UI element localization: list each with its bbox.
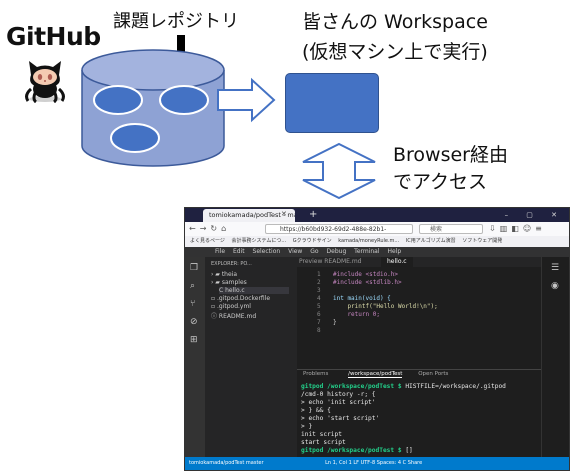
line-number: 7: [317, 319, 321, 326]
status-right[interactable]: Ln 1, Col 1 LF UTF-8 Spaces: 4 C Share: [325, 460, 422, 466]
line-number: 6: [317, 311, 321, 318]
github-logo-text: GitHub: [6, 22, 101, 51]
tab-problems[interactable]: Problems: [303, 371, 328, 377]
bookmark-item[interactable]: 会計事務システムにつ...: [232, 236, 287, 247]
line-number: 4: [317, 295, 321, 302]
files-icon[interactable]: ❐: [190, 263, 198, 273]
terminal-line: /cmd-0 history -r; {: [301, 391, 376, 398]
right-arrow-icon: [217, 77, 276, 123]
editor-tab-hello[interactable]: hello.c: [381, 257, 413, 267]
github-icon[interactable]: ◉: [551, 281, 559, 291]
menu-terminal[interactable]: Terminal: [354, 247, 379, 257]
tab-open-ports[interactable]: Open Ports: [418, 371, 448, 377]
source-control-icon[interactable]: ⑂: [190, 299, 195, 309]
debug-icon[interactable]: ⊘: [190, 317, 198, 327]
toolbar-icons[interactable]: ⇩▥◧☺≡: [489, 222, 546, 236]
line-number: 8: [317, 327, 321, 334]
workspace-box: [285, 73, 379, 133]
bookmark-item[interactable]: kamada/moneyRule.m...: [338, 236, 399, 247]
terminal-line: > }: [301, 423, 313, 430]
bookmark-item[interactable]: ソフトウェア開発: [462, 236, 502, 247]
menu-edit[interactable]: Edit: [233, 247, 245, 257]
status-bar: tomiokamada/podTest master Ln 1, Col 1 L…: [185, 457, 569, 470]
explorer-item[interactable]: › ▰ samples: [211, 279, 247, 286]
explorer-item-selected[interactable]: C hello.c: [219, 287, 289, 294]
ide-menubar: File Edit Selection View Go Debug Termin…: [185, 247, 569, 257]
workspace-label: 皆さんの Workspace (仮想マシン上で実行): [302, 7, 488, 67]
explorer-title: EXPLORER: PO...: [211, 261, 252, 267]
access-label-line1: Browser経由: [393, 144, 508, 166]
outline-icon[interactable]: ☰: [551, 263, 559, 273]
explorer-item[interactable]: › ▰ theia: [211, 271, 237, 278]
line-number: 2: [317, 279, 321, 286]
editor-tabs: Preview README.md hello.c: [297, 257, 541, 267]
repository-label: 課題レポジトリ: [113, 11, 239, 32]
bookmark-item[interactable]: IC用アルゴリズム演習: [406, 236, 456, 247]
terminal-line: > } && {: [301, 407, 331, 414]
window-controls[interactable]: – ▢ ✕: [505, 208, 565, 222]
extensions-icon[interactable]: ⊞: [190, 335, 198, 345]
line-number: 3: [317, 287, 321, 294]
activity-bar: ❐ ⌕ ⑂ ⊘ ⊞: [185, 257, 205, 457]
access-label-line2: でアクセス: [393, 171, 488, 193]
terminal-panel[interactable]: Problems /workspace/podTest Open Ports g…: [297, 369, 541, 458]
right-sidebar: ☰ ◉: [541, 257, 569, 457]
line-number: 5: [317, 303, 321, 310]
terminal-line: start script: [301, 439, 346, 446]
access-label: Browser経由 でアクセス: [393, 142, 508, 196]
up-down-arrow-icon: [302, 142, 376, 200]
search-input[interactable]: 検索: [419, 224, 483, 234]
code-editor[interactable]: Preview README.md hello.c 1 2 3 4 5 6 7 …: [297, 257, 541, 369]
code-line: int main(void) {: [333, 295, 391, 302]
url-input[interactable]: https://b60bd932-69d2-488e-82b1-: [265, 224, 413, 234]
explorer-item[interactable]: ▫ .gitpod.Dockerfile: [211, 295, 270, 302]
explorer-item[interactable]: ⓘ README.md: [211, 311, 256, 320]
new-tab-icon[interactable]: +: [309, 208, 317, 222]
search-icon[interactable]: ⌕: [190, 281, 195, 291]
tab-terminal[interactable]: /workspace/podTest: [348, 371, 403, 378]
code-line: printf("Hello World!\n");: [333, 303, 438, 310]
menu-go[interactable]: Go: [310, 247, 318, 257]
line-number: 1: [317, 271, 321, 278]
workspace-label-line1: 皆さんの Workspace: [302, 11, 488, 33]
explorer-panel: EXPLORER: PO... › ▰ theia › ▰ samples C …: [205, 257, 297, 457]
terminal-line: init script: [301, 431, 342, 438]
terminal-line: gitpod /workspace/podTest $ []: [301, 447, 413, 454]
code-line: }: [333, 319, 337, 326]
bookmark-item[interactable]: Gクラウドサイン: [293, 236, 332, 247]
browser-tabstrip: tomiokamada/podTest - maste ✕ + – ▢ ✕: [185, 208, 569, 222]
browser-navbar: ←→↻⌂ https://b60bd932-69d2-488e-82b1- 検索…: [185, 222, 569, 236]
terminal-line: > echo 'init script': [301, 399, 376, 406]
terminal-tabs: Problems /workspace/podTest Open Ports: [297, 370, 541, 379]
bookmark-item[interactable]: よく見るページ: [190, 236, 225, 247]
workspace-label-line2: (仮想マシン上で実行): [302, 41, 488, 63]
menu-file[interactable]: File: [215, 247, 225, 257]
code-line: #include <stdio.h>: [333, 271, 399, 278]
code-line: #include <stdlib.h>: [333, 279, 402, 286]
menu-view[interactable]: View: [288, 247, 302, 257]
repository-cylinder: [81, 49, 225, 167]
menu-selection[interactable]: Selection: [253, 247, 281, 257]
status-left[interactable]: tomiokamada/podTest master: [189, 460, 264, 466]
code-line: return 0;: [333, 311, 380, 318]
terminal-line: gitpod /workspace/podTest $ HISTFILE=/wo…: [301, 383, 506, 390]
nav-buttons-icon[interactable]: ←→↻⌂: [189, 222, 230, 236]
explorer-item[interactable]: ▫ .gitpod.yml: [211, 303, 251, 310]
editor-tab-preview[interactable]: Preview README.md: [299, 257, 361, 267]
browser-window: tomiokamada/podTest - maste ✕ + – ▢ ✕ ←→…: [184, 207, 570, 471]
menu-help[interactable]: Help: [387, 247, 401, 257]
terminal-line: > echo 'start script': [301, 415, 380, 422]
octocat-icon: [25, 61, 65, 103]
tab-close-icon[interactable]: ✕: [281, 208, 287, 221]
menu-debug[interactable]: Debug: [327, 247, 347, 257]
